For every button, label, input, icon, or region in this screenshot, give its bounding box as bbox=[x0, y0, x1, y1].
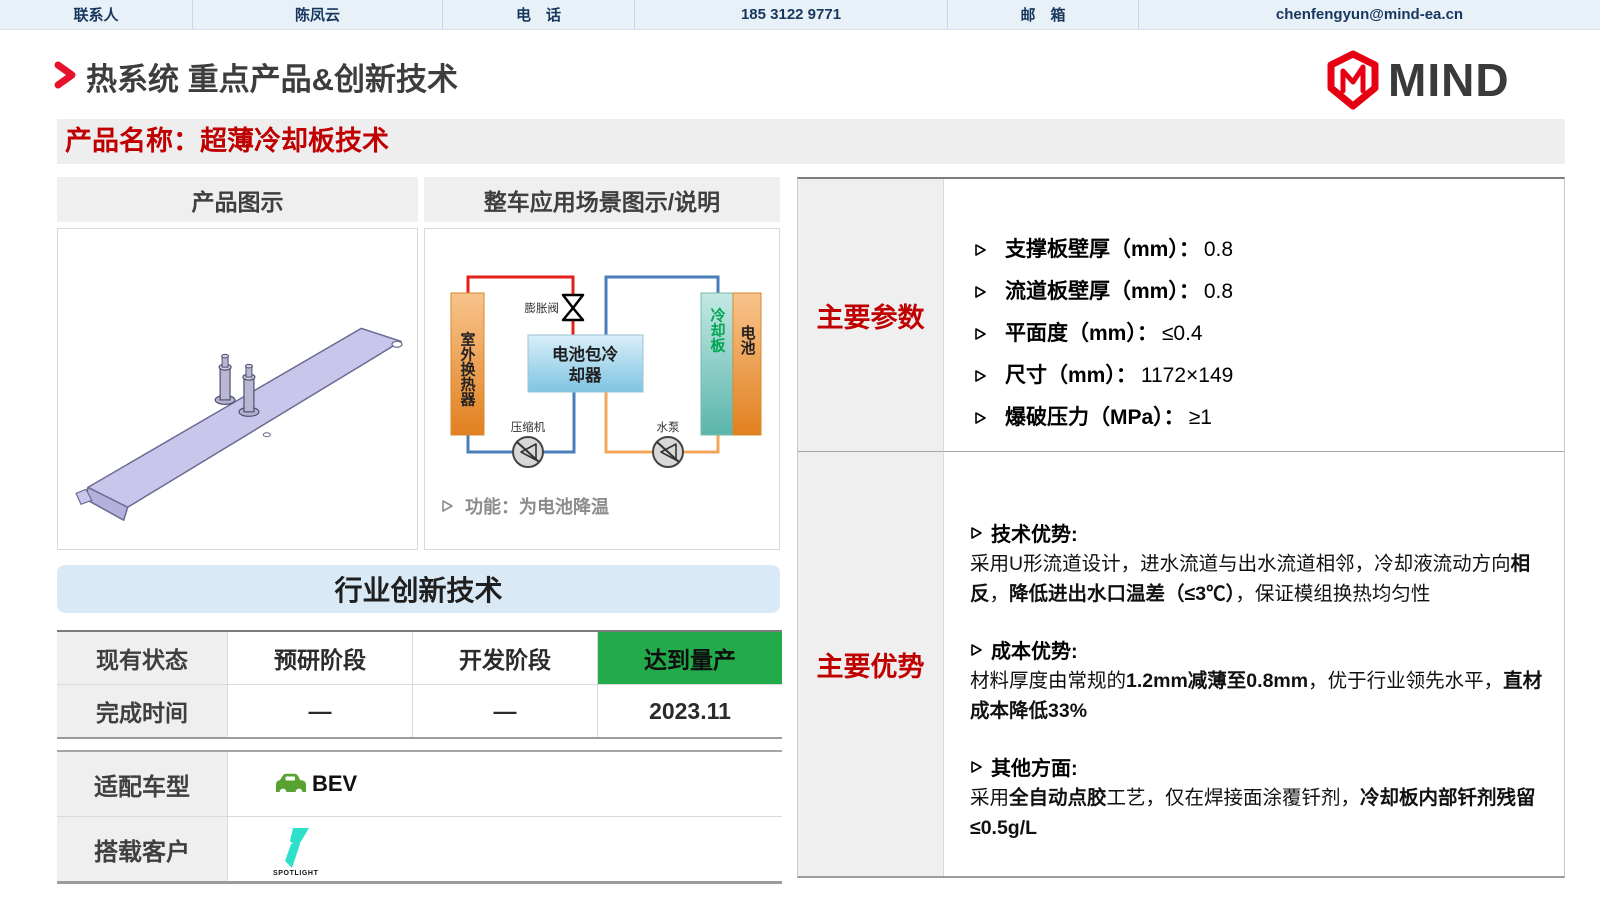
customer-logo-text: SPOTLIGHT bbox=[273, 870, 318, 877]
arrowhead-bullet-icon bbox=[974, 285, 987, 299]
product-image-box bbox=[57, 228, 418, 550]
status-row-time: 完成时间 — — 2023.11 bbox=[57, 685, 782, 737]
param-label: 尺寸（mm）： bbox=[1005, 359, 1137, 389]
advantage-section-other: 其他方面: 采用全自动点胶工艺，仅在焊接面涂覆钎剂，冷却板内部钎剂残留≤0.5g… bbox=[970, 752, 1544, 843]
customer-logo: SPOTLIGHT bbox=[273, 828, 318, 877]
compressor-label: 压缩机 bbox=[511, 420, 546, 434]
param-item: 平面度（mm）： ≤0.4 bbox=[974, 317, 1564, 347]
param-item: 爆破压力（MPa）： ≥1 bbox=[974, 401, 1564, 431]
title-arrow-icon bbox=[52, 60, 78, 95]
time-mass-production: 2023.11 bbox=[598, 685, 782, 737]
product-name-band: 产品名称：超薄冷却板技术 bbox=[57, 119, 1565, 164]
vehicle-row-content: BEV bbox=[228, 752, 782, 816]
contact-bar: 联系人 陈凤云 电 话 185 3122 9771 邮 箱 chenfengyu… bbox=[0, 0, 1600, 30]
battery-cooler-label-line2: 却器 bbox=[569, 365, 603, 385]
arrowhead-bullet-icon bbox=[970, 760, 983, 774]
cooling-loop-schematic: 室外换热器 膨胀阀 电池包冷 却器 压缩机 水泵 冷却板 电池 bbox=[431, 255, 771, 485]
mind-logo-shield-icon bbox=[1324, 50, 1382, 110]
param-value: ≥1 bbox=[1189, 406, 1212, 430]
param-label: 平面度（mm）： bbox=[1005, 317, 1158, 347]
parameters-header: 主要参数 bbox=[798, 179, 944, 452]
param-value: 0.8 bbox=[1204, 280, 1233, 304]
time-row-label: 完成时间 bbox=[57, 685, 228, 737]
vehicle-row-label: 适配车型 bbox=[57, 752, 228, 816]
mind-logo-wordmark: MIND bbox=[1388, 53, 1510, 107]
advantage-heading: 其他方面: bbox=[991, 752, 1078, 781]
battery-cooler-label-line1: 电池包冷 bbox=[552, 344, 619, 364]
advantage-body: 采用U形流道设计，进水流道与出水流道相邻，冷却液流动方向相反，降低进出水口温差（… bbox=[970, 549, 1544, 609]
stage-development: 开发阶段 bbox=[413, 632, 598, 684]
pump-label: 水泵 bbox=[657, 421, 680, 434]
advantage-heading: 成本优势: bbox=[991, 635, 1078, 664]
status-row-label: 现有状态 bbox=[57, 632, 228, 684]
contact-label: 联系人 bbox=[0, 0, 193, 29]
outdoor-hx-label: 室外换热器 bbox=[459, 331, 477, 408]
battery-label: 电池 bbox=[739, 324, 756, 356]
arrowhead-bullet-icon bbox=[974, 243, 987, 257]
function-note-text: 功能：为电池降温 bbox=[465, 493, 609, 519]
arrowhead-bullet-icon bbox=[970, 643, 983, 657]
advantage-body: 材料厚度由常规的1.2mm减薄至0.8mm，优于行业领先水平，直材成本降低33% bbox=[970, 666, 1544, 726]
cooling-plate-label: 冷却板 bbox=[709, 307, 726, 354]
email-address: chenfengyun@mind-ea.cn bbox=[1139, 0, 1600, 29]
expansion-valve-label: 膨胀阀 bbox=[525, 301, 560, 315]
param-item: 尺寸（mm）： 1172×149 bbox=[974, 359, 1564, 389]
stage-preresearch: 预研阶段 bbox=[228, 632, 413, 684]
param-label: 爆破压力（MPa）： bbox=[1005, 401, 1185, 431]
car-icon bbox=[273, 771, 309, 797]
parameters-content: 支撑板壁厚（mm）： 0.8 流道板壁厚（mm）： 0.8 平面度（mm）： ≤… bbox=[944, 179, 1564, 452]
spotlight-bolt-icon bbox=[283, 828, 309, 868]
time-preresearch: — bbox=[228, 685, 413, 737]
phone-number: 185 3122 9771 bbox=[635, 0, 948, 29]
param-item: 流道板壁厚（mm）： 0.8 bbox=[974, 275, 1564, 305]
cooling-plate-render bbox=[58, 229, 417, 549]
customer-row-content: SPOTLIGHT bbox=[228, 817, 782, 881]
param-item: 支撑板壁厚（mm）： 0.8 bbox=[974, 233, 1564, 263]
stage-mass-production: 达到量产 bbox=[598, 632, 782, 684]
scene-diagram-box: 室外换热器 膨胀阀 电池包冷 却器 压缩机 水泵 冷却板 电池 功能：为电池降温 bbox=[424, 228, 780, 550]
status-table: 现有状态 预研阶段 开发阶段 达到量产 完成时间 — — 2023.11 bbox=[57, 630, 782, 739]
param-label: 支撑板壁厚（mm）： bbox=[1005, 233, 1200, 263]
contact-name: 陈凤云 bbox=[193, 0, 443, 29]
arrowhead-bullet-icon bbox=[974, 327, 987, 341]
phone-label: 电 话 bbox=[443, 0, 635, 29]
arrowhead-bullet-icon bbox=[970, 526, 983, 540]
customer-row-label: 搭载客户 bbox=[57, 817, 228, 881]
param-value: 1172×149 bbox=[1141, 364, 1233, 388]
status-row-state: 现有状态 预研阶段 开发阶段 达到量产 bbox=[57, 632, 782, 685]
scene-header: 整车应用场景图示/说明 bbox=[424, 177, 780, 222]
function-note: 功能：为电池降温 bbox=[441, 493, 609, 519]
product-image-header: 产品图示 bbox=[57, 177, 418, 222]
time-development: — bbox=[413, 685, 598, 737]
customer-row: 搭载客户 SPOTLIGHT bbox=[57, 817, 782, 881]
innovation-band: 行业创新技术 bbox=[57, 565, 780, 613]
vehicle-row: 适配车型 BEV bbox=[57, 752, 782, 817]
advantage-body: 采用全自动点胶工艺，仅在焊接面涂覆钎剂，冷却板内部钎剂残留≤0.5g/L bbox=[970, 783, 1544, 843]
param-label: 流道板壁厚（mm）： bbox=[1005, 275, 1200, 305]
mind-logo: MIND bbox=[1324, 50, 1510, 110]
arrowhead-bullet-icon bbox=[441, 499, 455, 513]
vehicle-type-value: BEV bbox=[312, 771, 357, 797]
email-label: 邮 箱 bbox=[948, 0, 1139, 29]
advantages-header: 主要优势 bbox=[798, 452, 944, 876]
page-title: 热系统 重点产品&创新技术 bbox=[86, 54, 458, 99]
param-value: ≤0.4 bbox=[1162, 322, 1203, 346]
advantage-heading: 技术优势: bbox=[991, 518, 1078, 547]
arrowhead-bullet-icon bbox=[974, 411, 987, 425]
advantage-section-cost: 成本优势: 材料厚度由常规的1.2mm减薄至0.8mm，优于行业领先水平，直材成… bbox=[970, 635, 1544, 726]
fit-table: 适配车型 BEV 搭载客户 SPOTLIGHT bbox=[57, 750, 782, 884]
right-panel: 主要参数 支撑板壁厚（mm）： 0.8 流道板壁厚（mm）： 0.8 平面度（m… bbox=[797, 177, 1565, 878]
advantage-section-tech: 技术优势: 采用U形流道设计，进水流道与出水流道相邻，冷却液流动方向相反，降低进… bbox=[970, 518, 1544, 609]
advantages-content: 技术优势: 采用U形流道设计，进水流道与出水流道相邻，冷却液流动方向相反，降低进… bbox=[944, 452, 1564, 876]
arrowhead-bullet-icon bbox=[974, 369, 987, 383]
param-value: 0.8 bbox=[1204, 238, 1233, 262]
